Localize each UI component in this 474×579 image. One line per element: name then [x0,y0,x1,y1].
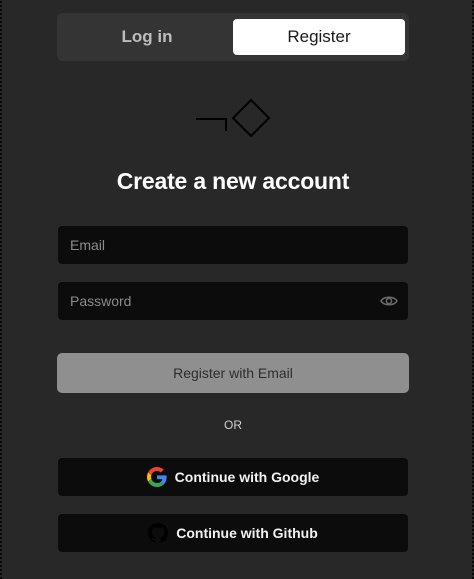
tab-login[interactable]: Log in [61,19,233,55]
google-button-label: Continue with Google [174,469,320,485]
logo-icon [194,98,272,143]
password-field-container [58,282,408,320]
left-edge-border [0,0,2,579]
continue-with-github-button[interactable]: Continue with Github [58,514,408,552]
auth-tabs: Log in Register [57,13,409,61]
google-icon [146,467,167,487]
register-with-email-button[interactable]: Register with Email [57,353,409,393]
password-input[interactable] [70,282,350,320]
github-icon [148,523,169,543]
tab-register[interactable]: Register [233,19,405,55]
eye-icon[interactable] [380,293,398,309]
email-field-container [58,226,408,264]
or-divider: OR [224,418,242,432]
github-button-label: Continue with Github [176,525,318,541]
page-title: Create a new account [116,168,350,194]
email-input[interactable] [70,226,396,264]
continue-with-google-button[interactable]: Continue with Google [58,458,408,496]
